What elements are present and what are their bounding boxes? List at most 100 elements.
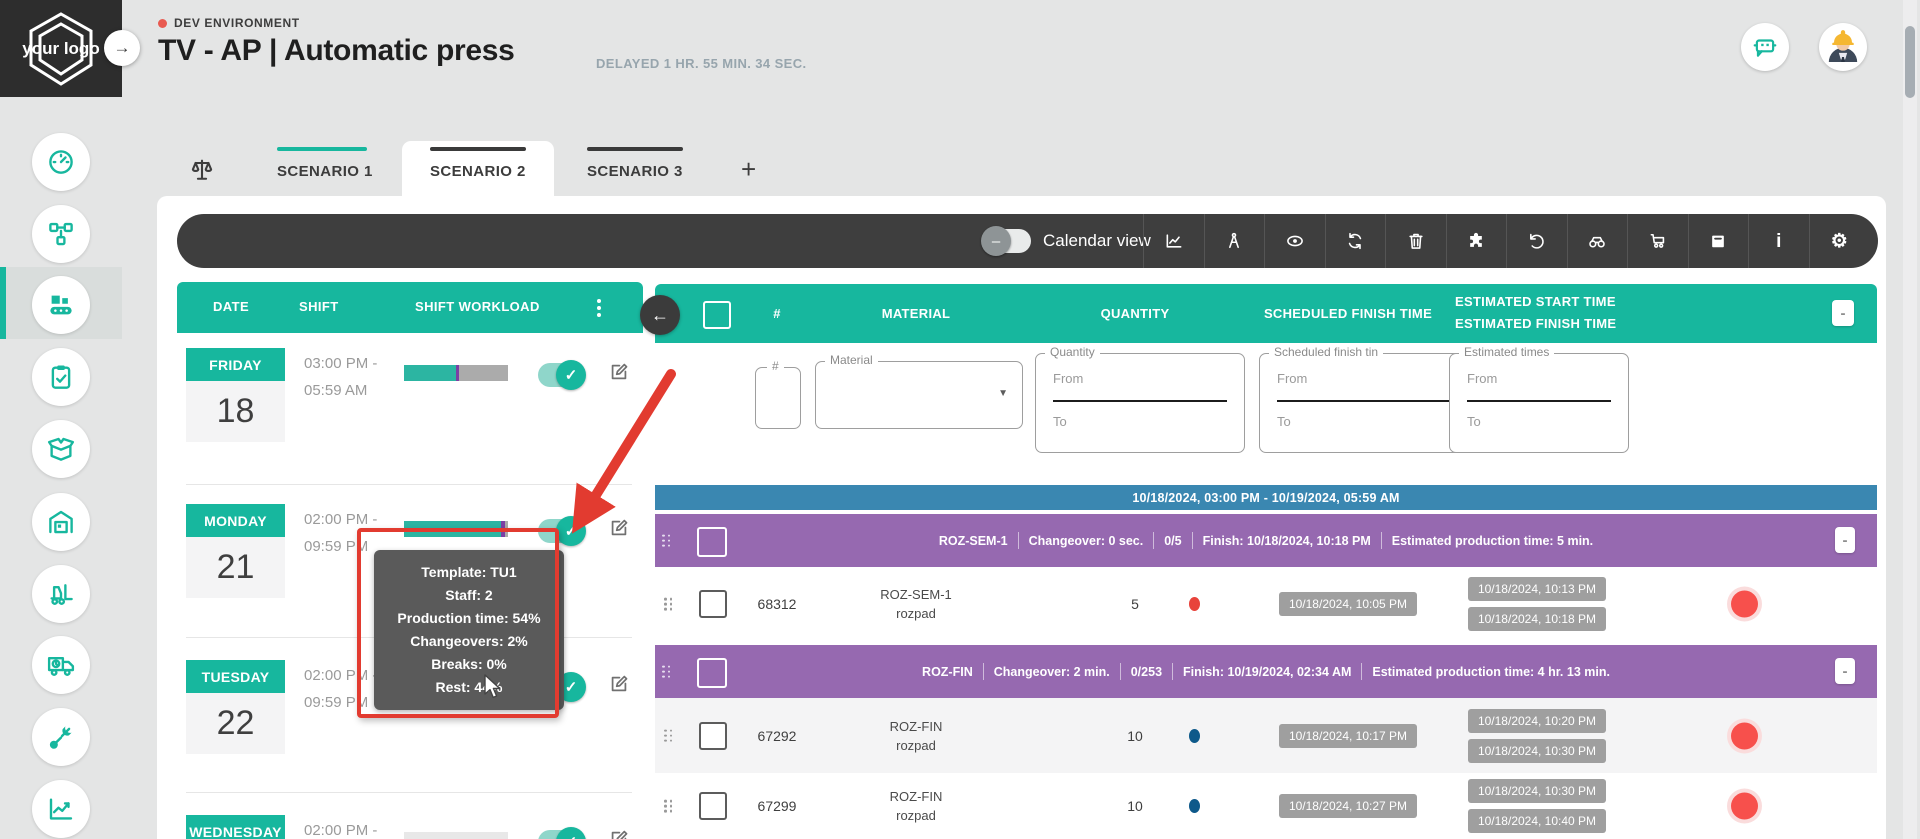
trend-chart-button[interactable] [1143,214,1204,268]
edit-shift-button[interactable] [608,673,632,697]
row-separator [186,484,632,485]
archive-icon [1708,231,1728,251]
sidebar-button[interactable] [32,133,90,191]
summary-separator [1018,532,1019,549]
compare-scenarios-button[interactable] [188,156,218,188]
edit-icon [608,828,630,839]
edit-shift-button[interactable] [608,517,632,541]
edit-shift-button[interactable] [608,828,632,839]
vertical-scrollbar[interactable] [1903,0,1917,839]
material-name: ROZ-SEM-1 [836,585,996,604]
logo-text: your logo [22,39,99,59]
filter-material-label: Material [825,353,878,367]
shift-enabled-toggle[interactable]: ✓ [538,675,584,699]
calendar-view-toggle[interactable]: – [983,229,1031,253]
group-summary-part: 0/5 [1164,534,1181,548]
dropdown-arrow-icon[interactable]: ▼ [998,388,1008,399]
quantity-from-input[interactable]: From [1053,371,1083,386]
sidebar-button[interactable] [32,780,90,838]
filter-quantity-label: Quantity [1045,345,1100,359]
page-title: TV - AP | Automatic press [158,34,515,68]
filter-number[interactable]: # [755,367,801,429]
day-number: 21 [186,537,285,598]
sidebar-button[interactable] [32,636,90,694]
eye-button[interactable] [1264,214,1325,268]
filter-material-select[interactable]: Material ▼ [815,361,1023,429]
day-number: 18 [186,381,285,442]
info-button[interactable]: i [1748,214,1809,268]
toggle-knob: ✓ [556,516,586,546]
estimated-to-input[interactable]: To [1467,414,1481,429]
drag-handle-icon[interactable] [664,598,673,611]
add-scenario-button[interactable]: + [741,154,756,185]
row-checkbox[interactable] [699,792,727,820]
user-avatar[interactable] [1819,23,1867,71]
group-summary: ROZ-FINChangeover: 2 min.0/253Finish: 10… [655,645,1877,698]
chat-bot-button[interactable] [1741,23,1789,71]
archive-button[interactable] [1688,214,1749,268]
sidebar-button[interactable] [32,565,90,623]
shift-workload-bar[interactable] [404,365,508,381]
refresh-button[interactable] [1325,214,1386,268]
tab-scenario-1[interactable]: SCENARIO 1 [277,163,373,180]
shift-workload-bar[interactable] [404,832,508,839]
sidebar-item-tools [0,703,122,773]
scheduled-to-input[interactable]: To [1277,414,1291,429]
sidebar-collapse-button[interactable]: → [104,30,140,66]
settings-button[interactable]: ⚙ [1809,214,1870,268]
col-date: DATE [213,299,249,314]
tab-scenario-2[interactable]: SCENARIO 2 [430,163,526,180]
col-shift-workload: SHIFT WORKLOAD [415,299,540,314]
scrollbar-thumb[interactable] [1905,26,1915,98]
sidebar-button[interactable] [32,276,90,334]
sidebar-item-delivery-truck [0,631,122,701]
drag-handle-icon[interactable] [664,800,673,813]
sidebar-button[interactable] [32,205,90,263]
shift-workload-bar[interactable] [404,521,508,537]
sidebar-item-open-box [0,415,122,485]
binoculars-button[interactable] [1567,214,1628,268]
shift-enabled-toggle[interactable]: ✓ [538,363,584,387]
material-name: ROZ-FIN [836,787,996,806]
tab-scenario-3-accent [587,147,683,151]
undo-button[interactable] [1506,214,1567,268]
quantity-to-input[interactable]: To [1053,414,1067,429]
shift-workload-bar[interactable] [404,677,508,693]
tab-scenario-1-accent [277,147,367,151]
drafting-compass-button[interactable] [1204,214,1265,268]
row-checkbox[interactable] [699,590,727,618]
alert-circle [1731,722,1758,749]
select-all-checkbox[interactable] [703,301,731,329]
sidebar-button[interactable] [32,493,90,551]
material-subtype: rozpad [836,604,996,623]
edit-shift-button[interactable] [608,361,632,385]
input-underline [1467,400,1611,402]
material-subtype: rozpad [836,806,996,825]
scheduled-from-input[interactable]: From [1277,371,1307,386]
tab-scenario-3[interactable]: SCENARIO 3 [587,163,683,180]
sidebar-button[interactable] [32,348,90,406]
sidebar-button[interactable] [32,708,90,766]
puzzle-button[interactable] [1446,214,1507,268]
material-name: ROZ-FIN [836,717,996,736]
group-collapse-button[interactable]: - [1835,527,1855,553]
input-underline [1053,400,1227,402]
row-checkbox[interactable] [699,722,727,750]
drag-handle-icon[interactable] [664,729,673,742]
back-button[interactable]: ← [640,295,680,335]
sidebar-button[interactable] [32,420,90,478]
trash-button[interactable] [1385,214,1446,268]
group-summary-part: Changeover: 0 sec. [1029,534,1144,548]
sidebar-item-clipboard-check [0,343,122,413]
shift-enabled-toggle[interactable]: ✓ [538,830,584,839]
cart-button[interactable] [1627,214,1688,268]
group-collapse-button[interactable]: - [1835,658,1855,684]
collapse-all-button[interactable]: - [1832,300,1854,326]
order-material: ROZ-FINrozpad [836,717,996,755]
estimated-from-input[interactable]: From [1467,371,1497,386]
filter-quantity: Quantity From To [1035,353,1245,453]
shift-enabled-toggle[interactable]: ✓ [538,519,584,543]
kebab-menu-icon[interactable] [597,296,601,320]
input-underline [1277,400,1449,402]
order-row: 67299ROZ-FINrozpad1010/18/2024, 10:27 PM… [655,773,1877,839]
